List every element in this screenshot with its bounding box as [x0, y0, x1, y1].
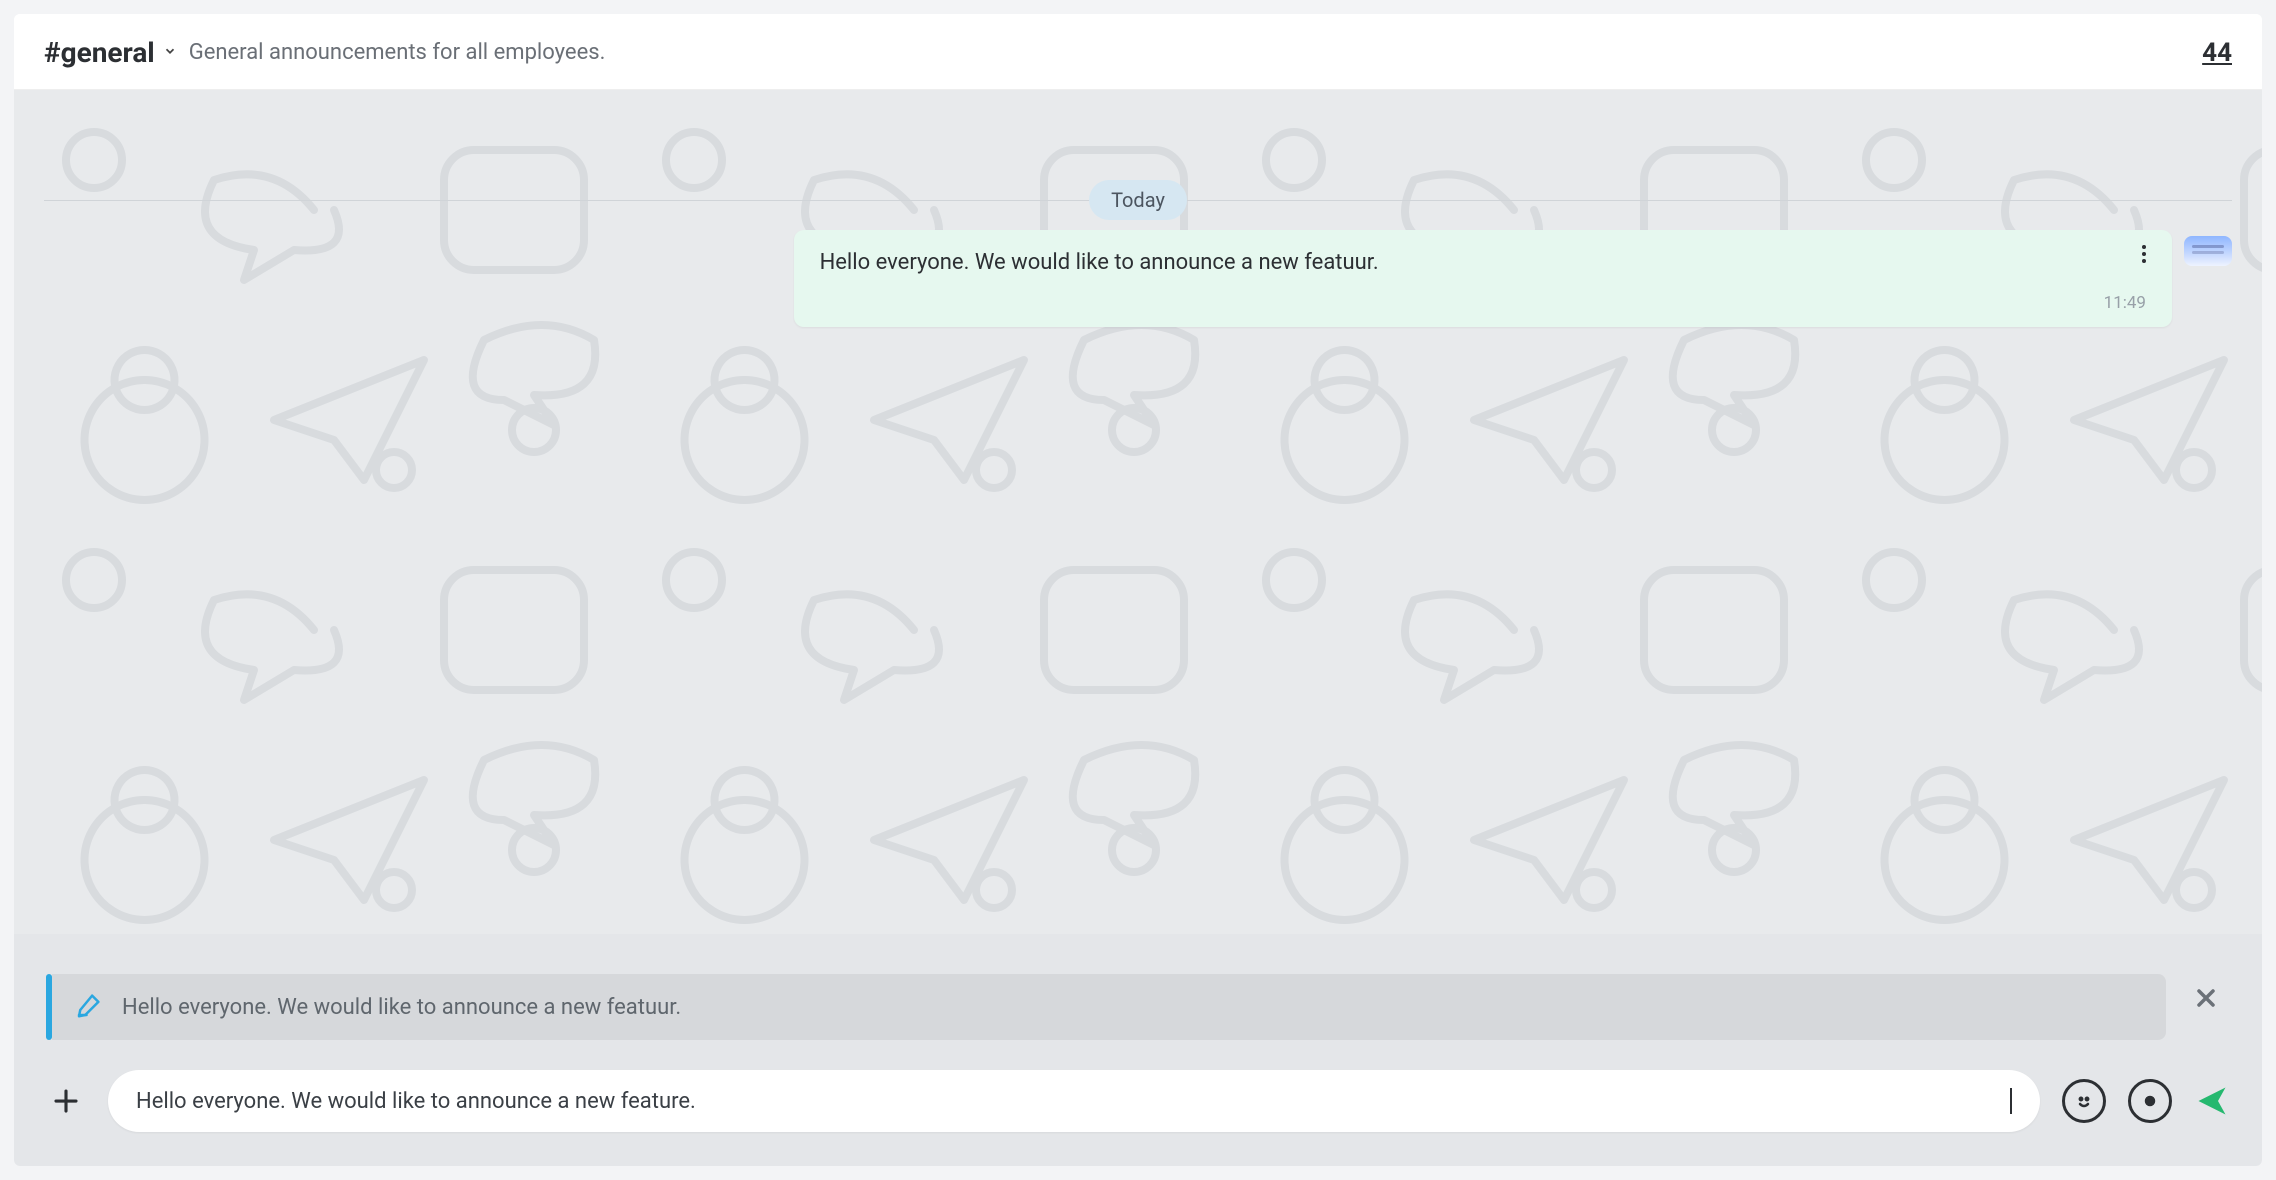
edit-preview: Hello everyone. We would like to announc…	[46, 974, 2230, 1040]
message-text: Hello everyone. We would like to announc…	[820, 250, 2146, 275]
message-input-wrap[interactable]: Hello everyone. We would like to announc…	[108, 1070, 2040, 1132]
message-row: Hello everyone. We would like to announc…	[14, 230, 2262, 327]
message-bubble[interactable]: Hello everyone. We would like to announc…	[794, 230, 2172, 327]
pencil-edit-icon	[74, 990, 104, 1024]
date-label: Today	[1089, 180, 1187, 220]
date-divider: Today	[14, 180, 2262, 220]
message-time: 11:49	[820, 293, 2146, 313]
channel-header: #general General announcements for all e…	[14, 14, 2262, 90]
attach-button[interactable]	[46, 1081, 86, 1121]
emoji-button[interactable]	[2062, 1079, 2106, 1123]
avatar[interactable]	[2184, 236, 2232, 266]
send-button[interactable]	[2194, 1083, 2230, 1119]
channel-name: #general	[44, 36, 155, 69]
channel-topic: General announcements for all employees.	[189, 40, 606, 65]
chevron-down-icon	[163, 43, 177, 62]
message-list[interactable]: Today Hello everyone. We would like to a…	[14, 90, 2262, 934]
member-count-button[interactable]: 44	[2202, 38, 2232, 68]
cancel-edit-button[interactable]	[2182, 974, 2230, 1022]
edit-preview-text: Hello everyone. We would like to announc…	[122, 995, 681, 1020]
message-actions-button[interactable]	[2132, 242, 2156, 266]
channel-title-button[interactable]: #general	[44, 36, 177, 69]
record-button[interactable]	[2128, 1079, 2172, 1123]
text-caret	[2010, 1088, 2012, 1114]
composer-area: Hello everyone. We would like to announc…	[14, 934, 2262, 1166]
message-input[interactable]: Hello everyone. We would like to announc…	[136, 1089, 2010, 1114]
